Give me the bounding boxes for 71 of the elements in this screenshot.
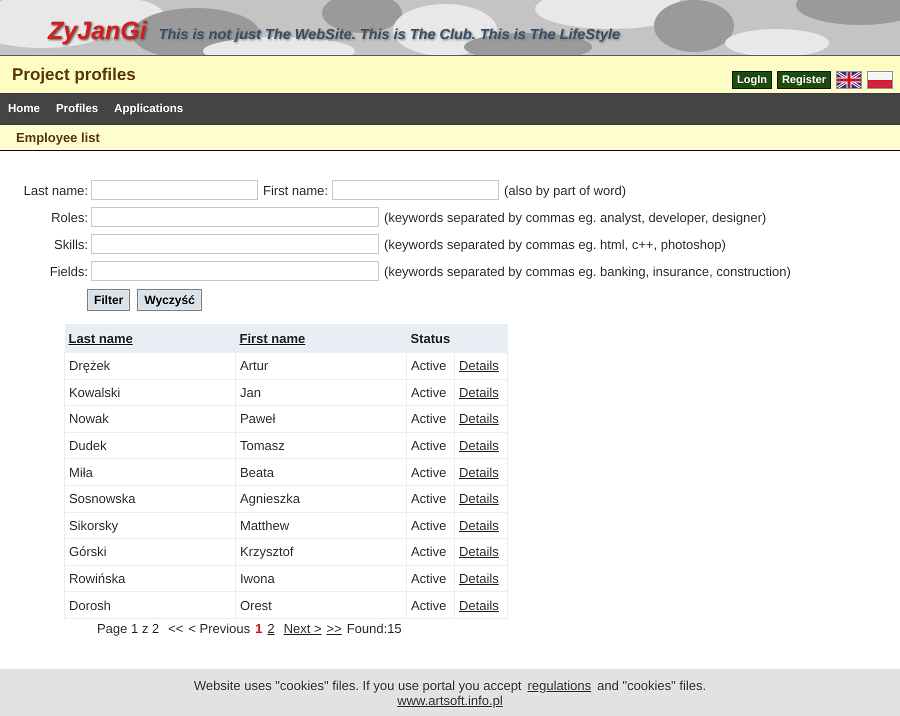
- table-cell: Paweł: [236, 406, 406, 432]
- table-cell: Krzysztof: [236, 538, 406, 566]
- table-cell: Górski: [64, 538, 236, 566]
- cookie-text: Website uses "cookies" files. If you use portal you accept: [194, 678, 522, 692]
- input-field[interactable]: [91, 180, 258, 200]
- table-cell: Active: [406, 406, 454, 432]
- table-cell: Active: [406, 565, 454, 592]
- table-cell: Artur: [236, 352, 406, 380]
- field-label: Fields:: [48, 264, 89, 278]
- cookie-text: and "cookies" files.: [597, 678, 706, 692]
- table-cell: Kowalski: [64, 379, 236, 406]
- table-cell: Dudek: [64, 432, 236, 459]
- table-cell: Miła: [64, 458, 236, 486]
- table-cell: Nowak: [64, 406, 236, 432]
- site-link[interactable]: www.artsoft.info.pl: [397, 692, 503, 708]
- table-cell: Beata: [236, 458, 406, 486]
- table-cell: Agnieszka: [236, 485, 406, 512]
- table-cell: Sikorsky: [64, 512, 236, 539]
- page-info: Page 1 z 2: [97, 620, 160, 636]
- clear-button[interactable]: Wyczyść: [137, 289, 202, 311]
- login-button[interactable]: LogIn: [732, 70, 772, 88]
- result-count: Found:15: [346, 620, 402, 636]
- table-cell: Orest: [236, 592, 406, 618]
- table-cell: Tomasz: [236, 432, 406, 459]
- table-cell: Drężek: [64, 352, 236, 380]
- field-label: First name:: [263, 182, 328, 198]
- flag-icon[interactable]: [867, 70, 893, 88]
- table-cell: Iwona: [236, 565, 406, 592]
- field-hint: (keywords separated by commas eg. analyst, developer, designer): [384, 210, 766, 224]
- input-field[interactable]: [332, 180, 500, 200]
- input-field[interactable]: [91, 261, 379, 281]
- nav-item[interactable]: Home: [8, 103, 40, 115]
- field-hint: (keywords separated by commas eg. html, c++, photoshop): [384, 236, 726, 252]
- field-hint: (also by part of word): [504, 182, 626, 198]
- input-field[interactable]: [91, 234, 379, 254]
- next-link[interactable]: Next >: [284, 620, 322, 636]
- table-cell: Active: [406, 432, 454, 459]
- nav-item[interactable]: Applications: [114, 103, 184, 115]
- logo[interactable]: ZyJanGi: [48, 17, 147, 46]
- field-label: Roles:: [50, 210, 89, 224]
- table-cell: Active: [406, 512, 454, 539]
- table-cell: Jan: [236, 379, 406, 406]
- field-label: Last name:: [22, 182, 89, 198]
- first-page: <<: [168, 620, 184, 636]
- flag-icon[interactable]: [836, 70, 862, 88]
- table-cell: Active: [406, 352, 454, 380]
- table-cell: Active: [406, 485, 454, 512]
- table-cell: Active: [406, 538, 454, 566]
- input-field[interactable]: [91, 207, 379, 227]
- table-cell: Active: [406, 458, 454, 486]
- table-cell: Dorosh: [64, 592, 236, 618]
- table-cell: Active: [406, 379, 454, 406]
- previous-page: < Previous: [188, 620, 250, 636]
- filter-button[interactable]: Filter: [87, 289, 130, 311]
- last-link[interactable]: >>: [326, 620, 342, 636]
- page-link[interactable]: 1: [255, 620, 262, 636]
- register-button[interactable]: Register: [776, 70, 831, 88]
- page-link[interactable]: 2: [267, 620, 275, 636]
- regulations-link[interactable]: regulations: [528, 678, 592, 692]
- table-cell: Matthew: [236, 512, 406, 539]
- tagline: This is not just The WebSite. This is The Club. This is The LifeStyle: [158, 26, 620, 42]
- column-header: Status: [410, 330, 450, 346]
- column-header[interactable]: Last name: [68, 330, 133, 346]
- table-cell: Rowińska: [64, 565, 236, 592]
- field-hint: (keywords separated by commas eg. banking, insurance, construction): [384, 264, 791, 278]
- field-label: Skills:: [53, 236, 89, 252]
- table-cell: Active: [406, 592, 454, 618]
- section-title: Employee list: [16, 130, 100, 145]
- page-title: Project profiles: [12, 64, 136, 84]
- nav-item[interactable]: Profiles: [56, 103, 98, 115]
- table-cell: Sosnowska: [64, 485, 236, 512]
